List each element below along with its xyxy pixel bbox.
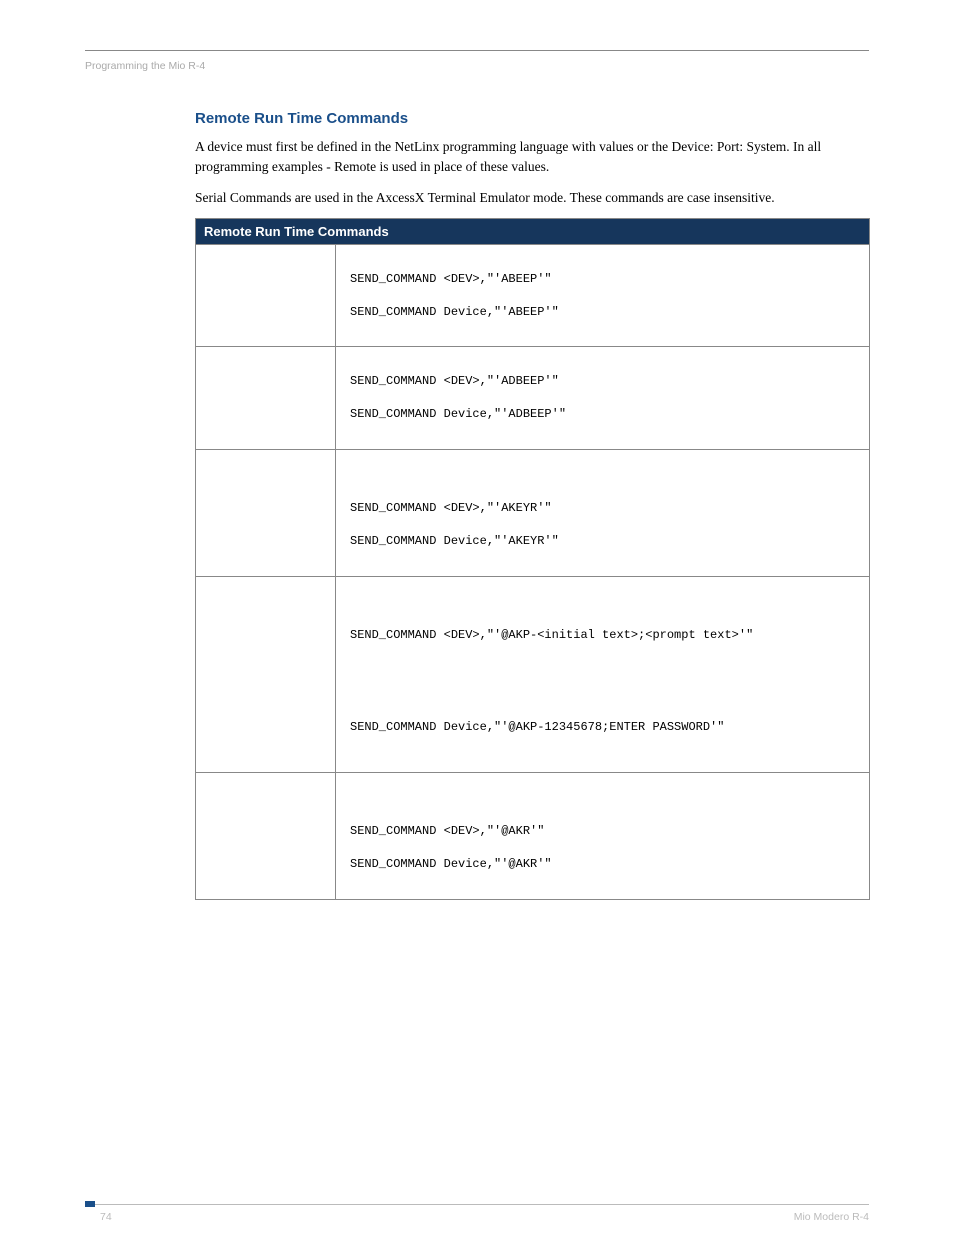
table-cell-left: [196, 244, 336, 347]
intro-para-2: Serial Commands are used in the AxcessX …: [195, 188, 870, 208]
code-syntax: SEND_COMMAND <DEV>,"'@AKR'": [350, 823, 859, 840]
code-example: SEND_COMMAND Device,"'ADBEEP'": [350, 406, 859, 423]
footer-accent: [85, 1201, 95, 1207]
table-row: SEND_COMMAND <DEV>,"'ABEEP'" SEND_COMMAN…: [196, 244, 870, 347]
table-title: Remote Run Time Commands: [196, 218, 870, 244]
code-syntax: SEND_COMMAND <DEV>,"'@AKP-<initial text>…: [350, 627, 859, 644]
code-syntax: SEND_COMMAND <DEV>,"'AKEYR'": [350, 500, 859, 517]
footer-rule: [85, 1203, 869, 1205]
top-rule: [85, 50, 869, 51]
section-heading: Remote Run Time Commands: [195, 110, 870, 127]
table-cell-right: SEND_COMMAND <DEV>,"'@AKP-<initial text>…: [336, 576, 870, 773]
commands-table: Remote Run Time Commands SEND_COMMAND <D…: [195, 218, 870, 900]
table-cell-left: [196, 449, 336, 576]
table-cell-left: [196, 576, 336, 773]
intro-para-1: A device must first be defined in the Ne…: [195, 137, 870, 178]
table-cell-right: SEND_COMMAND <DEV>,"'ABEEP'" SEND_COMMAN…: [336, 244, 870, 347]
table-row: SEND_COMMAND <DEV>,"'@AKP-<initial text>…: [196, 576, 870, 773]
code-example: SEND_COMMAND Device,"'@AKP-12345678;ENTE…: [350, 719, 859, 736]
table-cell-right: SEND_COMMAND <DEV>,"'@AKR'" SEND_COMMAND…: [336, 773, 870, 900]
table-row: SEND_COMMAND <DEV>,"'ADBEEP'" SEND_COMMA…: [196, 347, 870, 450]
table-row: SEND_COMMAND <DEV>,"'AKEYR'" SEND_COMMAN…: [196, 449, 870, 576]
code-syntax: SEND_COMMAND <DEV>,"'ADBEEP'": [350, 373, 859, 390]
main-content: Remote Run Time Commands A device must f…: [195, 110, 870, 900]
running-header: Programming the Mio R-4: [85, 60, 205, 72]
table-cell-left: [196, 773, 336, 900]
table-cell-right: SEND_COMMAND <DEV>,"'ADBEEP'" SEND_COMMA…: [336, 347, 870, 450]
code-example: SEND_COMMAND Device,"'@AKR'": [350, 856, 859, 873]
code-example: SEND_COMMAND Device,"'AKEYR'": [350, 533, 859, 550]
table-cell-left: [196, 347, 336, 450]
page-number: 74: [100, 1211, 112, 1223]
code-example: SEND_COMMAND Device,"'ABEEP'": [350, 304, 859, 321]
code-syntax: SEND_COMMAND <DEV>,"'ABEEP'": [350, 271, 859, 288]
footer-doc-title: Mio Modero R-4: [794, 1211, 869, 1223]
table-row: SEND_COMMAND <DEV>,"'@AKR'" SEND_COMMAND…: [196, 773, 870, 900]
table-cell-right: SEND_COMMAND <DEV>,"'AKEYR'" SEND_COMMAN…: [336, 449, 870, 576]
